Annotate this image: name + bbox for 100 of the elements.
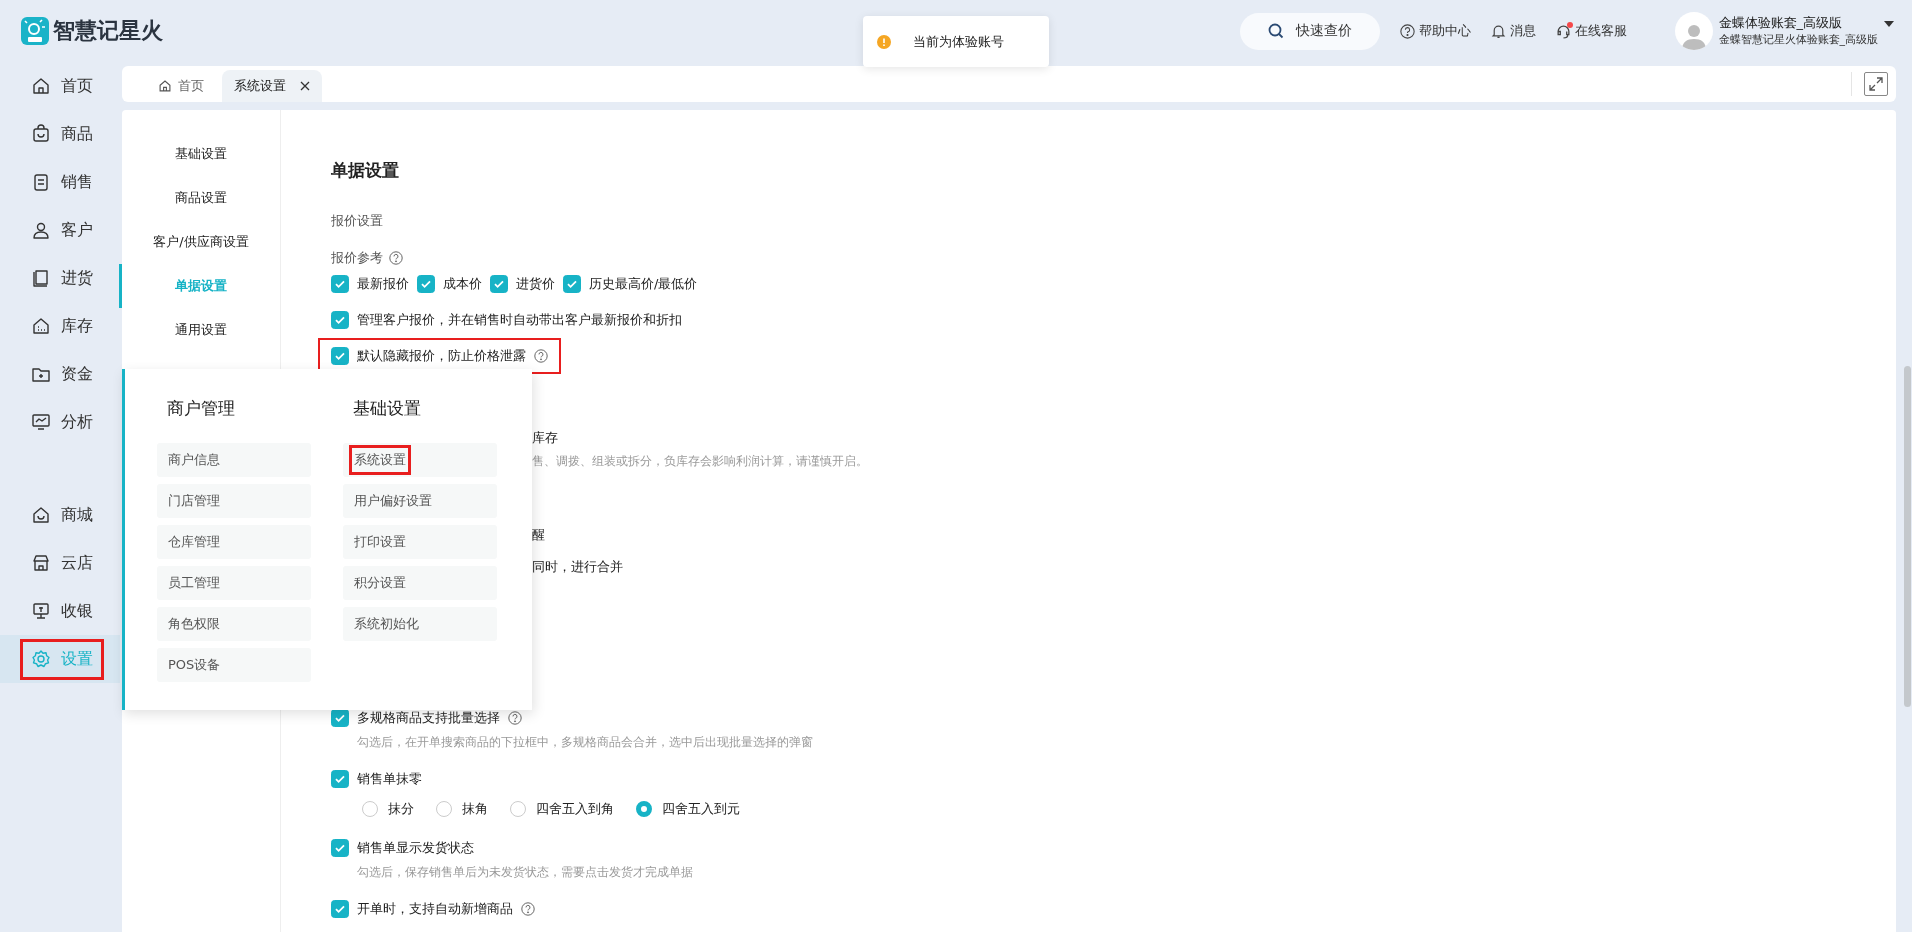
monitor-icon — [31, 412, 51, 432]
sidebar-item[interactable]: 商城 — [0, 491, 120, 539]
help-icon[interactable] — [389, 251, 403, 265]
radio-label: 四舍五入到角 — [536, 800, 614, 818]
checkbox-label: 历史最高价/最低价 — [589, 275, 698, 293]
menu-item[interactable]: 商户信息 — [157, 443, 311, 477]
checkbox-label: 同时，进行合并 — [532, 559, 623, 574]
checkbox[interactable] — [331, 347, 349, 365]
checkbox[interactable] — [331, 839, 349, 857]
scrollbar[interactable] — [1904, 366, 1911, 707]
group-label: 报价设置 — [331, 212, 383, 230]
menu-item[interactable]: 系统初始化 — [343, 607, 497, 641]
checkbox[interactable] — [331, 311, 349, 329]
header-link[interactable]: 消息 — [1490, 22, 1536, 40]
help-icon[interactable] — [534, 349, 548, 363]
checkbox[interactable] — [331, 770, 349, 788]
sidebar-item[interactable]: 进货 — [0, 254, 120, 302]
sidebar-item[interactable]: 库存 — [0, 302, 120, 350]
radio-label: 抹角 — [462, 800, 488, 818]
checkbox[interactable] — [490, 275, 508, 293]
checkbox-label: 进货价 — [516, 275, 555, 293]
setting-description: 售、调拨、组装或拆分，负库存会影响利润计算，请谨慎开启。 — [532, 454, 868, 468]
checkbox-label: 管理客户报价，并在销售时自动带出客户最新报价和折扣 — [357, 311, 682, 329]
shop-icon — [31, 553, 51, 573]
header-link[interactable]: 帮助中心 — [1399, 22, 1471, 40]
house-icon — [31, 316, 51, 336]
menu-item[interactable]: 系统设置 — [343, 443, 497, 477]
sidebar-item[interactable]: 客户 — [0, 206, 120, 254]
menu-item[interactable]: 员工管理 — [157, 566, 311, 600]
checkbox-label: 默认隐藏报价，防止价格泄露 — [357, 347, 526, 365]
checkbox-label: 多规格商品支持批量选择 — [357, 709, 500, 727]
radio-label: 抹分 — [388, 800, 414, 818]
checkbox[interactable] — [331, 900, 349, 918]
sidebar-item[interactable]: 云店 — [0, 539, 120, 587]
home-icon — [31, 76, 51, 96]
sidebar-item[interactable]: 商品 — [0, 110, 120, 158]
bag-icon — [31, 124, 51, 144]
checkbox[interactable] — [417, 275, 435, 293]
radio-label: 四舍五入到元 — [662, 800, 740, 818]
setting-description: 勾选后，保存销售单后为未发货状态，需要点击发货才完成单据 — [357, 864, 693, 881]
close-icon[interactable] — [300, 81, 310, 91]
checkbox[interactable] — [563, 275, 581, 293]
radio-button[interactable] — [510, 801, 526, 817]
option-label: 报价参考 — [331, 249, 383, 267]
sidebar-item[interactable]: 收银 — [0, 587, 120, 635]
person-icon — [31, 220, 51, 240]
help-icon[interactable] — [508, 711, 522, 725]
checkbox[interactable] — [331, 275, 349, 293]
bell-icon — [1490, 23, 1506, 39]
app-name: 智慧记星火 — [53, 17, 163, 45]
checkbox-label: 醒 — [532, 527, 545, 542]
sidebar-item[interactable]: 首页 — [0, 62, 120, 110]
checkbox-label: 销售单抹零 — [357, 770, 422, 788]
menu-item[interactable]: 积分设置 — [343, 566, 497, 600]
menu-item[interactable]: 角色权限 — [157, 607, 311, 641]
settings-icon — [31, 649, 51, 669]
menu-item[interactable]: 打印设置 — [343, 525, 497, 559]
settings-nav-item[interactable]: 基础设置 — [119, 132, 280, 176]
home-icon — [158, 79, 172, 93]
menu-item[interactable]: 门店管理 — [157, 484, 311, 518]
help-icon — [1399, 23, 1415, 39]
header-link[interactable]: 在线客服 — [1555, 22, 1627, 40]
settings-nav-item[interactable]: 通用设置 — [119, 308, 280, 352]
settings-nav-item[interactable]: 客户/供应商设置 — [119, 220, 280, 264]
toast-message: 当前为体验账号 — [913, 32, 1004, 51]
menu-item[interactable]: 仓库管理 — [157, 525, 311, 559]
warning-icon — [877, 34, 891, 49]
setting-description: 勾选后，在开单搜索商品的下拉框中，多规格商品会合并，选中后出现批量选择的弹窗 — [357, 734, 813, 751]
user-name: 金蝶体验账套_高级版 — [1718, 14, 1843, 32]
checkbox-label: 销售单显示发货状态 — [357, 839, 474, 857]
tab[interactable]: 首页 — [146, 70, 216, 102]
help-icon[interactable] — [521, 902, 535, 916]
house-icon — [31, 505, 51, 525]
sidebar-item[interactable]: 分析 — [0, 398, 120, 446]
menu-item[interactable]: 用户偏好设置 — [343, 484, 497, 518]
settings-nav-item[interactable]: 商品设置 — [119, 176, 280, 220]
clipboard-icon — [31, 172, 51, 192]
avatar[interactable] — [1674, 12, 1713, 50]
search-icon — [1267, 23, 1284, 39]
monitor-icon — [31, 601, 51, 621]
book-icon — [31, 268, 51, 288]
quick-search-button[interactable]: 快速查价 — [1239, 12, 1380, 50]
radio-button[interactable] — [362, 801, 378, 817]
checkbox-label: 开单时，支持自动新增商品 — [357, 900, 513, 918]
menu-heading: 基础设置 — [353, 397, 422, 420]
tab[interactable]: 系统设置 — [222, 70, 322, 102]
fullscreen-button[interactable] — [1864, 72, 1888, 96]
caret-icon[interactable] — [1884, 20, 1894, 28]
checkbox-label: 库存 — [532, 430, 558, 445]
menu-heading: 商户管理 — [167, 397, 236, 420]
expand-icon — [1868, 76, 1884, 92]
radio-button[interactable] — [636, 801, 652, 817]
account-name: 金蝶智慧记星火体验账套_高级版 — [1718, 32, 1878, 48]
sidebar-item[interactable]: 销售 — [0, 158, 120, 206]
headset-icon — [1555, 23, 1571, 39]
radio-button[interactable] — [436, 801, 452, 817]
checkbox-label: 成本价 — [443, 275, 482, 293]
logo-icon — [21, 17, 49, 45]
sidebar-item[interactable]: 资金 — [0, 350, 120, 398]
menu-item[interactable]: POS设备 — [157, 648, 311, 682]
